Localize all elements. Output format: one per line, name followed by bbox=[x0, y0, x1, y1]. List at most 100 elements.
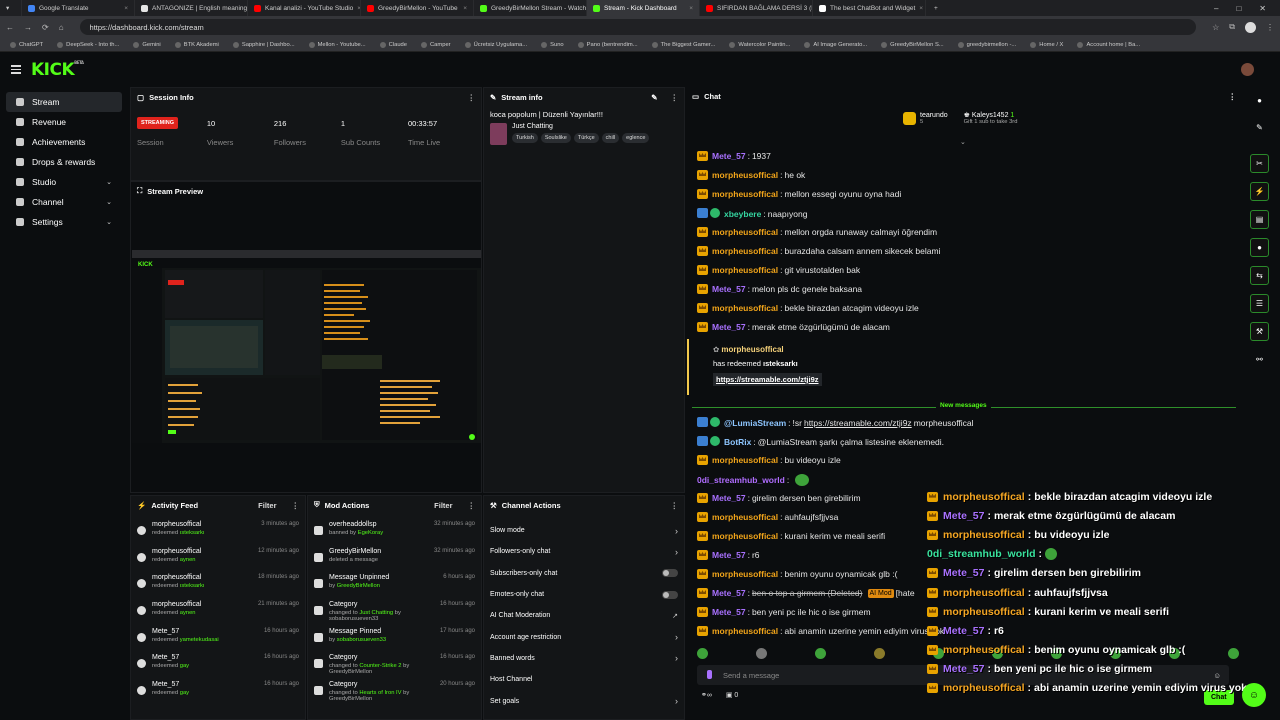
bookmark-link[interactable]: Ücretsiz Uygulama... bbox=[464, 41, 527, 48]
maximize-icon[interactable]: □ bbox=[1236, 4, 1241, 13]
sidebar-item-drops-rewards[interactable]: Drops & rewards bbox=[6, 152, 122, 172]
bookmark-link[interactable]: The Biggest Gamer... bbox=[651, 41, 715, 48]
sidebar-item-studio[interactable]: Studio ⌄ bbox=[6, 172, 122, 192]
channel-action-emotes-only-chat[interactable]: Emotes-only chat bbox=[484, 584, 684, 605]
chat-username[interactable]: morpheusoffical bbox=[712, 569, 778, 579]
toggle-switch[interactable] bbox=[662, 569, 678, 578]
document-icon[interactable]: ▤ bbox=[1250, 210, 1269, 229]
gifter-2[interactable]: ♚ Kaleys1452 1 Gift 1 sub to take 3rd bbox=[964, 111, 1018, 125]
bookmark-link[interactable]: Watercolor Paintin... bbox=[729, 41, 790, 48]
bookmark-link[interactable]: Claude bbox=[379, 41, 407, 48]
chat-username[interactable]: morpheusoffical bbox=[712, 626, 778, 636]
chat-message[interactable]: morpheusoffical: he ok bbox=[697, 170, 805, 180]
browser-tab[interactable]: Google Translate × bbox=[22, 0, 135, 16]
chat-message[interactable]: Mete_57: merak etme özgürlügümü de alaca… bbox=[697, 322, 890, 332]
bookmark-link[interactable]: Suno bbox=[541, 41, 564, 48]
filter-button[interactable]: Filter bbox=[258, 501, 276, 510]
browser-tab[interactable]: GreedyBirMellon Stream - Watch× bbox=[474, 0, 587, 16]
expand-chevron-icon[interactable]: ⌄ bbox=[960, 138, 966, 146]
emote-icon[interactable] bbox=[933, 648, 944, 659]
external-link-icon[interactable]: ↗ bbox=[672, 612, 678, 620]
close-icon[interactable]: × bbox=[689, 5, 693, 12]
wrench-icon[interactable]: ⚒ bbox=[1250, 322, 1269, 341]
stream-preview-video[interactable]: KICK bbox=[132, 250, 481, 443]
chat-username[interactable]: Mete_57 bbox=[712, 493, 746, 503]
list-icon[interactable]: ☰ bbox=[1250, 294, 1269, 313]
tag-chip[interactable]: chill bbox=[601, 133, 620, 143]
more-options-icon[interactable]: ⋮ bbox=[671, 93, 679, 102]
chat-message[interactable]: Mete_57: girelim dersen ben girebilirim bbox=[697, 493, 861, 503]
star-icon[interactable]: ☆ bbox=[1212, 23, 1219, 32]
gifter-1[interactable]: tearundo 5 bbox=[903, 111, 948, 125]
mod-action-item[interactable]: Category changed to Counter-Strike 2 by G… bbox=[308, 650, 481, 677]
bookmark-link[interactable]: Home / X bbox=[1030, 41, 1063, 48]
close-icon[interactable]: × bbox=[919, 5, 923, 12]
bookmark-link[interactable]: Mellon - Youtube... bbox=[308, 41, 366, 48]
chat-username[interactable]: Mete_57 bbox=[712, 151, 746, 161]
emote-icon[interactable] bbox=[697, 648, 708, 659]
chat-username[interactable]: Mete_57 bbox=[712, 284, 746, 294]
channel-action-slow-mode[interactable]: Slow mode › bbox=[484, 520, 684, 541]
tab-menu[interactable]: ▾ bbox=[0, 0, 22, 16]
browser-tab[interactable]: The best ChatBot and Widget × bbox=[813, 0, 926, 16]
close-icon[interactable]: × bbox=[124, 5, 128, 12]
more-options-icon[interactable]: ⋮ bbox=[292, 501, 300, 510]
browser-menu-icon[interactable]: ⋮ bbox=[1266, 23, 1274, 32]
emote-icon[interactable] bbox=[1228, 648, 1239, 659]
more-options-icon[interactable]: ⋮ bbox=[671, 501, 679, 510]
chat-username[interactable]: @LumiaStream bbox=[724, 418, 786, 428]
channel-action-subscribers-only-chat[interactable]: Subscribers-only chat bbox=[484, 563, 684, 584]
info-icon[interactable]: ● bbox=[1250, 91, 1269, 110]
bookmark-link[interactable]: Account home | Ba... bbox=[1077, 41, 1140, 48]
chat-username[interactable]: morpheusoffical bbox=[712, 455, 778, 465]
tag-chip[interactable]: eglence bbox=[622, 133, 650, 143]
chat-message[interactable]: morpheusoffical: abi anamin uzerine yemi… bbox=[697, 626, 944, 636]
chat-message[interactable]: Mete_57: r6 bbox=[697, 550, 760, 560]
channel-action-ai-chat-moderation[interactable]: AI Chat Moderation ↗ bbox=[484, 605, 684, 626]
forward-icon[interactable]: → bbox=[24, 23, 32, 32]
browser-tab[interactable]: Kanal analizi - YouTube Studio × bbox=[248, 0, 361, 16]
chat-message[interactable]: Mete_57: 1937 bbox=[697, 151, 771, 161]
chevron-right-icon[interactable]: › bbox=[675, 632, 678, 642]
chat-username[interactable]: morpheusoffical bbox=[712, 531, 778, 541]
clip-icon[interactable]: ✂ bbox=[1250, 154, 1269, 173]
chat-username[interactable]: morpheusoffical bbox=[712, 512, 778, 522]
bookmark-link[interactable]: ChatGPT bbox=[10, 41, 43, 48]
browser-tab[interactable]: ANTAGONIZE | English meaning -× bbox=[135, 0, 248, 16]
chat-username[interactable]: morpheusoffical bbox=[712, 189, 778, 199]
chat-message[interactable]: morpheusoffical: auhfaujfsfjjvsa bbox=[697, 512, 838, 522]
emote-icon[interactable] bbox=[756, 648, 767, 659]
redeem-user[interactable]: morpheusoffical bbox=[721, 345, 783, 354]
chat-message[interactable]: Mete_57: ben yeni pc ile hic o ise girme… bbox=[697, 607, 871, 617]
link-icon[interactable]: ⇆ bbox=[1250, 266, 1269, 285]
chat-username[interactable]: 0di_streamhub_world bbox=[697, 475, 785, 485]
activity-item[interactable]: Mete_57 redeemed gay 16 hours ago bbox=[131, 677, 305, 704]
send-message-input[interactable]: Send a message ☺ bbox=[697, 665, 1229, 685]
chat-username[interactable]: morpheusoffical bbox=[712, 170, 778, 180]
more-options-icon[interactable]: ⋮ bbox=[468, 93, 476, 102]
bookmark-link[interactable]: Gemini bbox=[133, 41, 161, 48]
chat-message[interactable]: morpheusoffical: burazdaha calsam annem … bbox=[697, 246, 940, 256]
user-avatar[interactable] bbox=[1241, 63, 1254, 76]
bookmark-link[interactable]: Camper bbox=[421, 41, 451, 48]
reload-icon[interactable]: ⟳ bbox=[42, 23, 49, 32]
chat-message[interactable]: Mete_57: melon pls dc genele baksana bbox=[697, 284, 862, 294]
chat-username[interactable]: Mete_57 bbox=[712, 550, 746, 560]
emoji-icon[interactable]: ☺ bbox=[1213, 671, 1221, 680]
activity-item[interactable]: morpheusoffical redeemed aynen 12 minutes … bbox=[131, 544, 305, 571]
sidebar-item-settings[interactable]: Settings ⌄ bbox=[6, 212, 122, 232]
minimize-icon[interactable]: – bbox=[1214, 4, 1218, 13]
mod-action-item[interactable]: GreedyBirMellon deleted a message 32 minu… bbox=[308, 544, 481, 571]
chat-username[interactable]: BotRix bbox=[724, 437, 751, 447]
filter-button[interactable]: Filter bbox=[434, 501, 452, 510]
sidebar-item-stream[interactable]: Stream bbox=[6, 92, 122, 112]
sidebar-item-achievements[interactable]: Achievements bbox=[6, 132, 122, 152]
share-icon[interactable]: ⚯ bbox=[1250, 350, 1269, 369]
toggle-switch[interactable] bbox=[662, 590, 678, 599]
chevron-right-icon[interactable]: › bbox=[675, 526, 678, 536]
chat-message[interactable]: BotRix: @LumiaStream şarkı çalma listesi… bbox=[697, 436, 944, 448]
chat-link[interactable]: https://streamable.com/ztji9z bbox=[804, 418, 912, 428]
redeem-link[interactable]: https://streamable.com/ztji9z bbox=[713, 373, 822, 386]
chat-message[interactable]: Mete_57: ben o top a girmem (Deleted) AI … bbox=[697, 588, 915, 598]
tag-chip[interactable]: Soulslike bbox=[540, 133, 571, 143]
